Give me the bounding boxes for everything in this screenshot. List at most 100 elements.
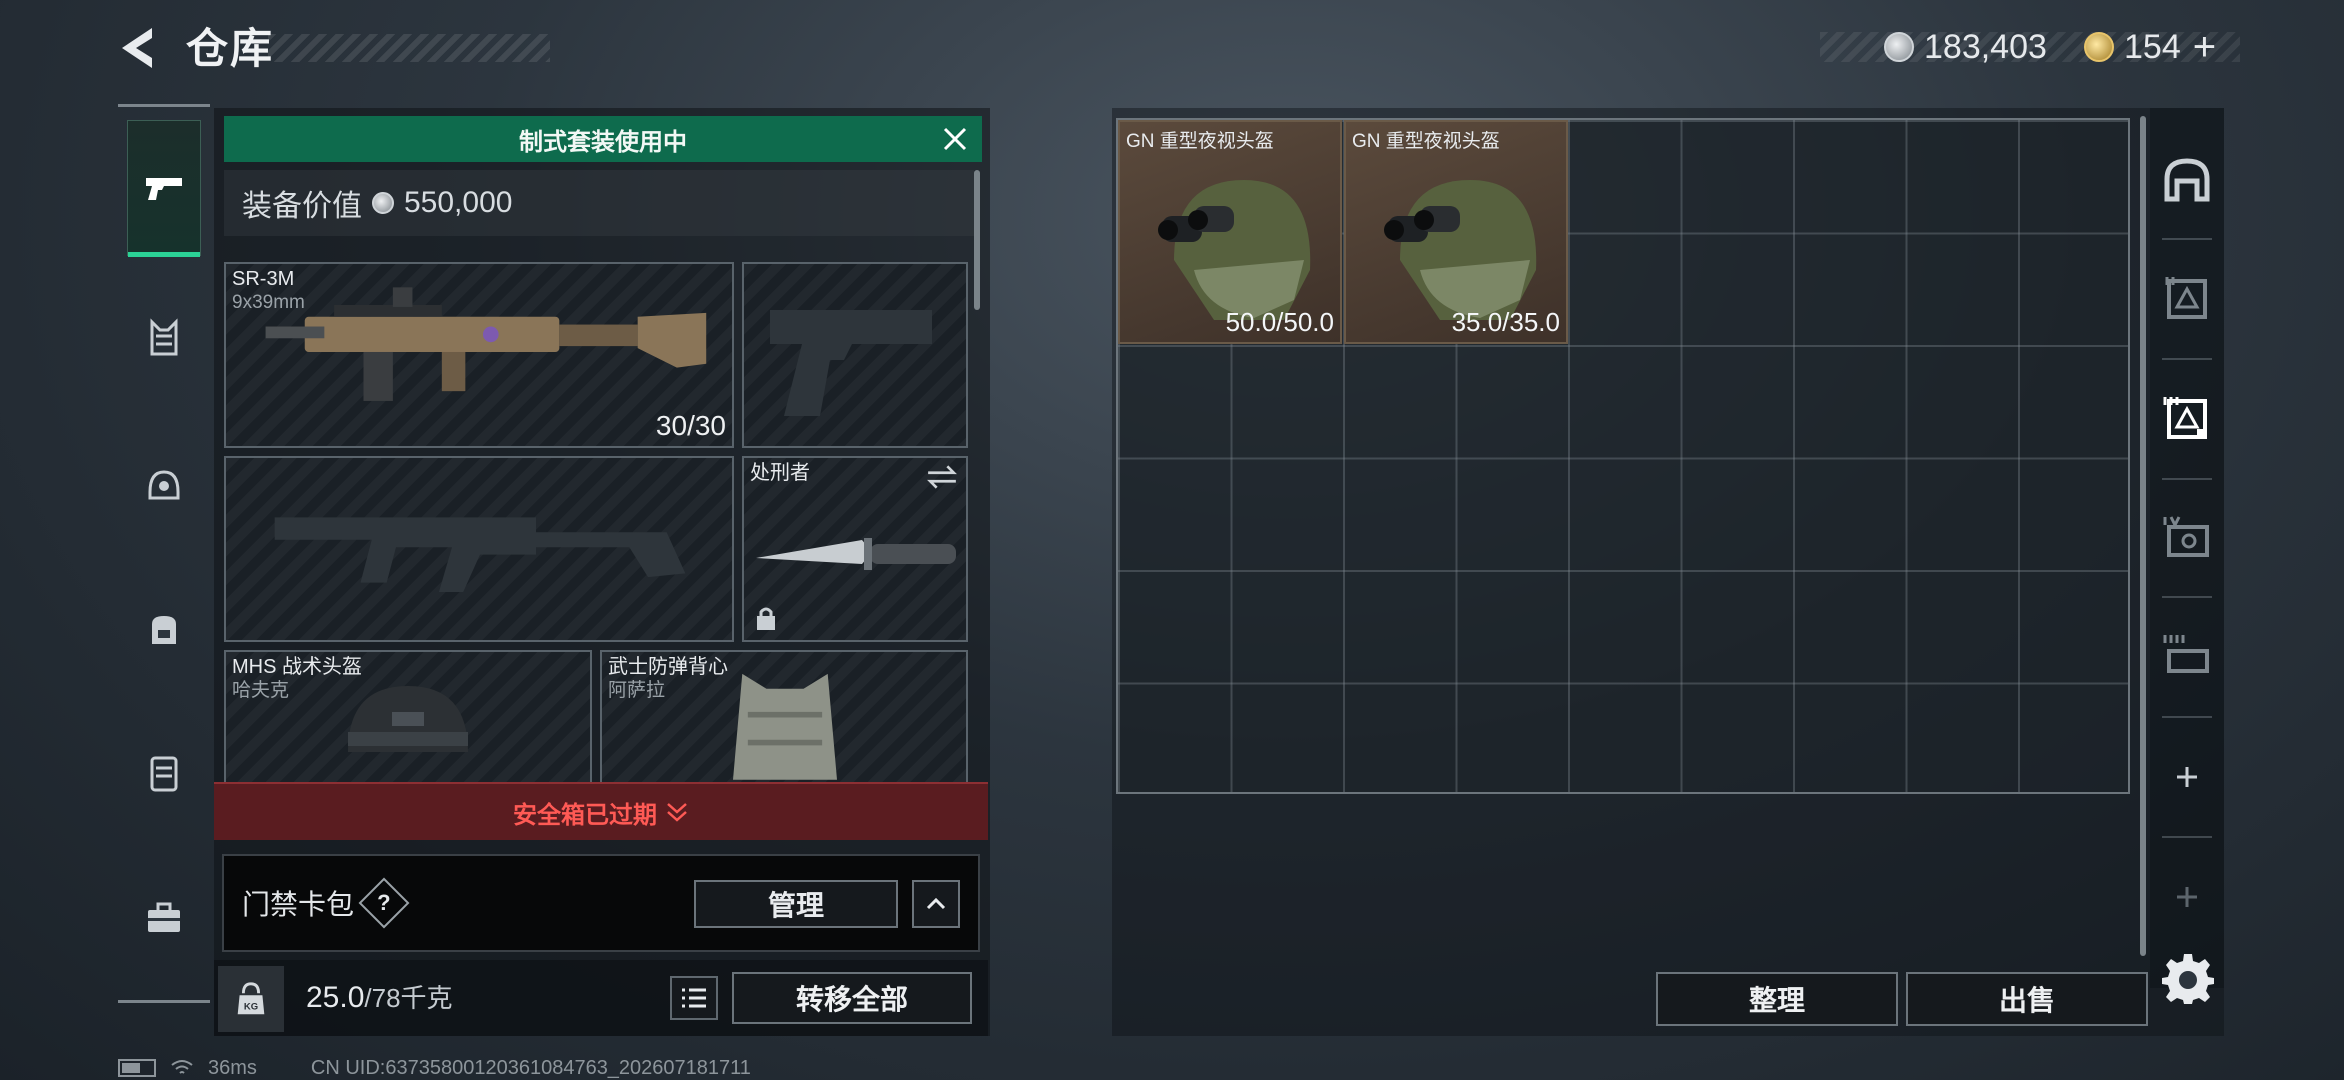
rail-bottom-divider — [118, 1000, 210, 1003]
gear-icon[interactable] — [2160, 950, 2216, 1006]
primary-weapon-caliber: 9x39mm — [232, 292, 305, 313]
safebox-expired-label: 安全箱已过期 — [513, 801, 657, 829]
primary-weapon-name: SR-3M — [232, 268, 295, 290]
list-icon — [682, 988, 706, 1008]
equipment-value-amount: 550,000 — [404, 186, 513, 219]
vest-image — [733, 673, 837, 780]
item-durability: 50.0/50.0 — [1225, 307, 1334, 337]
manage-button[interactable]: 管理 — [694, 880, 898, 928]
weight-kg-icon: KG — [218, 966, 284, 1032]
rifle-silhouette-icon — [274, 517, 686, 592]
tab-case-1[interactable] — [2150, 244, 2224, 354]
helmet-slot[interactable]: MHS 战术头盔 哈夫克 — [224, 650, 592, 790]
kg-label: KG — [244, 1001, 258, 1012]
tab-case-2[interactable] — [2150, 364, 2224, 474]
back-icon[interactable] — [112, 22, 164, 74]
rifle-image — [265, 287, 707, 401]
category-tab-armor[interactable] — [127, 706, 201, 842]
silver-currency: 183,403 — [1884, 26, 2047, 68]
vest-name: 武士防弹背心 — [608, 656, 728, 678]
silver-coin-icon — [1884, 32, 1914, 62]
page-title: 仓库 — [186, 25, 275, 72]
equipment-value-row: 装备价值 550,000 — [224, 170, 974, 236]
pistol-icon — [146, 178, 182, 200]
gold-currency: 154 + — [2084, 26, 2216, 68]
stash-scrollbar[interactable] — [2140, 116, 2146, 956]
weight-readout: 25.0/78千克 — [306, 978, 453, 1015]
tab-separator — [2162, 478, 2212, 480]
item-durability: 35.0/35.0 — [1451, 307, 1560, 337]
night-vision-helmet-image — [1158, 180, 1311, 320]
collapse-button[interactable] — [912, 880, 960, 928]
category-tab-backpack[interactable] — [127, 562, 201, 698]
melee-slot[interactable]: 处刑者 — [742, 456, 968, 642]
plus-icon — [2177, 767, 2197, 787]
preset-suit-label: 制式套装使用中 — [519, 128, 687, 156]
secondary-weapon-slot[interactable] — [224, 456, 734, 642]
sort-button[interactable]: 整理 — [1656, 972, 1898, 1026]
tab-case-3[interactable] — [2150, 484, 2224, 594]
weight-current: 25.0 — [306, 981, 365, 1014]
tab-separator — [2162, 596, 2212, 598]
ping-readout: 36ms — [208, 1056, 257, 1079]
silver-coin-icon — [372, 192, 394, 214]
category-tab-vest[interactable] — [127, 270, 201, 406]
equipment-value-label: 装备价值 — [242, 190, 362, 223]
tab-stash-home[interactable] — [2150, 126, 2224, 236]
night-vision-helmet-image — [1384, 180, 1537, 320]
case-tier-2-icon — [2163, 397, 2207, 439]
swap-icon[interactable] — [926, 464, 958, 490]
pistol-slot[interactable] — [742, 262, 968, 448]
title-decor-stripes — [268, 34, 550, 62]
stash-item[interactable]: GN 重型夜视头盔 35.0/35.0 — [1344, 120, 1568, 344]
tab-separator — [2162, 836, 2212, 838]
briefcase-icon — [148, 902, 180, 932]
lock-icon — [757, 607, 775, 630]
item-name: GN 重型夜视头盔 — [1126, 131, 1274, 152]
vest-faction: 阿萨拉 — [608, 680, 666, 701]
tab-add-case-disabled[interactable] — [2150, 842, 2224, 952]
transfer-all-button[interactable]: 转移全部 — [732, 972, 972, 1024]
tab-separator — [2162, 238, 2212, 240]
pistol-silhouette-icon — [770, 310, 932, 416]
loadout-scrollbar[interactable] — [974, 170, 980, 310]
vest-icon — [150, 318, 178, 356]
category-tab-weapons[interactable] — [127, 120, 201, 257]
list-view-button[interactable] — [670, 976, 718, 1020]
primary-weapon-ammo: 30/30 — [655, 410, 726, 441]
chevron-up-icon — [926, 897, 946, 910]
item-name: GN 重型夜视头盔 — [1352, 131, 1500, 152]
plus-icon — [2177, 887, 2197, 907]
preset-suit-banner: 制式套装使用中 — [224, 116, 982, 162]
vest-slot[interactable]: 武士防弹背心 阿萨拉 — [600, 650, 968, 790]
help-icon: ? — [377, 889, 391, 915]
status-bar: 36ms CN UID:6373580012036108476​3_202607… — [118, 1056, 751, 1080]
sell-button[interactable]: 出售 — [1906, 972, 2148, 1026]
kettlebell-icon: KG — [237, 982, 265, 1015]
category-tab-case[interactable] — [127, 850, 201, 986]
case-tier-1-icon — [2165, 277, 2207, 319]
category-tab-helmet-gear[interactable] — [127, 418, 201, 554]
backpack-icon — [152, 616, 176, 644]
stash-home-icon — [2164, 158, 2210, 202]
silver-amount: 183,403 — [1924, 27, 2047, 66]
tab-separator — [2162, 358, 2212, 360]
wifi-icon — [171, 1060, 193, 1074]
close-icon[interactable] — [940, 124, 970, 154]
weight-max: /78千克 — [364, 983, 453, 1013]
tab-add-case[interactable] — [2150, 722, 2224, 832]
keycard-wallet-label: 门禁卡包 — [242, 889, 355, 920]
case-tier-4-icon — [2163, 635, 2209, 673]
knife-image — [756, 538, 956, 570]
safebox-expired-bar[interactable]: 安全箱已过期 — [214, 782, 988, 840]
battery-icon — [118, 1059, 156, 1077]
primary-weapon-slot[interactable]: SR-3M 9x39mm 30/30 — [224, 262, 734, 448]
help-button[interactable]: ? — [358, 877, 410, 929]
stash-item[interactable]: GN 重型夜视头盔 50.0/50.0 — [1118, 120, 1342, 344]
chevron-down-icon — [667, 803, 687, 822]
add-currency-button[interactable]: + — [2193, 27, 2216, 67]
user-uid: CN UID:6373580012036108476​3_20260718171… — [310, 1056, 751, 1079]
tab-case-4[interactable] — [2150, 602, 2224, 712]
melee-name: 处刑者 — [750, 462, 810, 484]
armor-icon — [150, 756, 178, 792]
